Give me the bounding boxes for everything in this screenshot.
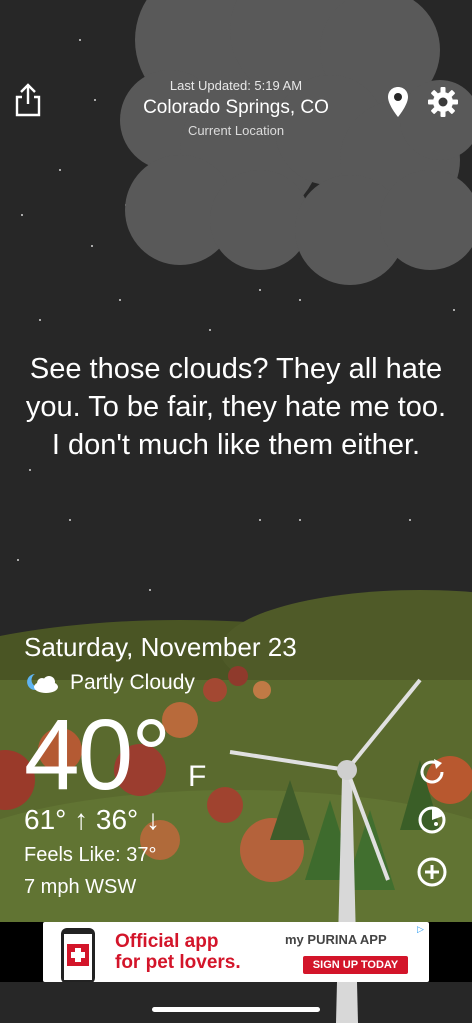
refresh-button[interactable] bbox=[414, 754, 450, 790]
gear-icon bbox=[428, 87, 458, 117]
phone-app-icon bbox=[61, 928, 95, 982]
location-pin-icon bbox=[388, 87, 408, 117]
ad-line-2: for pet lovers. bbox=[115, 952, 241, 973]
temperature-unit[interactable]: F bbox=[188, 760, 206, 794]
add-location-button[interactable] bbox=[414, 854, 450, 890]
ad-brand: my PURINA APP bbox=[285, 932, 387, 947]
ad-banner[interactable]: Official app for pet lovers. my PURINA A… bbox=[43, 922, 429, 982]
feels-like: Feels Like: 37° bbox=[24, 844, 157, 866]
ad-headline: Official app for pet lovers. bbox=[115, 931, 241, 973]
plus-circle-icon bbox=[417, 857, 447, 887]
radar-icon bbox=[418, 806, 446, 834]
refresh-icon bbox=[420, 759, 444, 784]
partly-cloudy-night-icon bbox=[27, 674, 58, 693]
location-button[interactable] bbox=[384, 84, 412, 120]
home-indicator[interactable] bbox=[152, 1007, 320, 1012]
ad-signup-button[interactable]: SIGN UP TODAY bbox=[303, 956, 408, 974]
wind-speed: 7 mph WSW bbox=[24, 876, 137, 898]
condition-label: Partly Cloudy bbox=[70, 671, 195, 694]
current-temperature: 40° bbox=[24, 699, 171, 811]
radar-button[interactable] bbox=[414, 802, 450, 838]
snarky-quote: See those clouds? They all hate you. To … bbox=[25, 353, 447, 461]
condition-row: Partly Cloudy bbox=[26, 671, 195, 695]
ad-choices-icon[interactable]: ▷ bbox=[417, 924, 427, 934]
high-low-temperature: 61° ↑ 36° ↓ bbox=[24, 804, 161, 835]
ad-line-1: Official app bbox=[115, 931, 219, 952]
scene-background bbox=[0, 0, 472, 1023]
location-type: Current Location bbox=[187, 123, 285, 138]
clouds bbox=[120, 0, 472, 285]
forecast-date: Saturday, November 23 bbox=[24, 632, 297, 662]
settings-button[interactable] bbox=[425, 84, 461, 120]
